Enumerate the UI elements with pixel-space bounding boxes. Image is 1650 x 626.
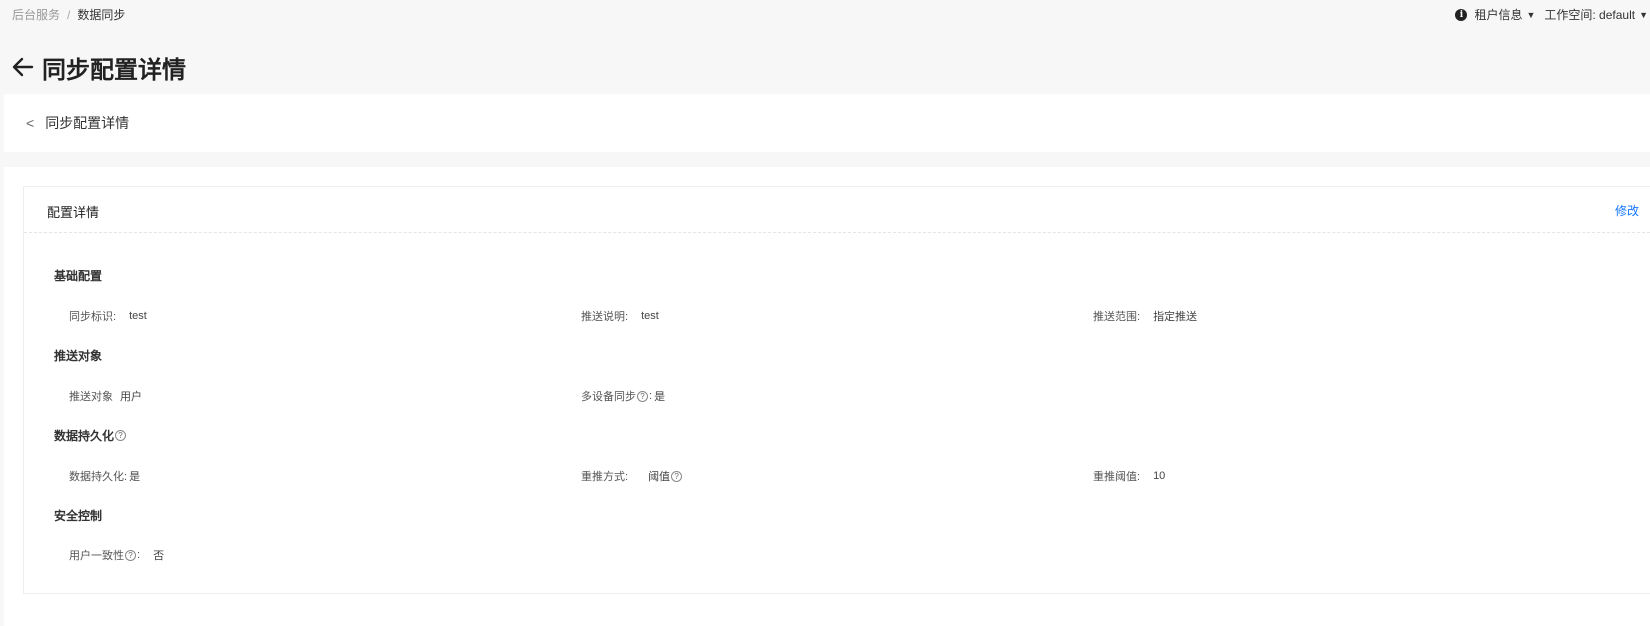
question-circle-icon[interactable]: ? <box>125 549 136 561</box>
card-header: 配置详情 修改 <box>24 187 1650 233</box>
main-content: 配置详情 修改 基础配置 同步标识: test 推送说明: test 推送范围:… <box>4 167 1650 626</box>
field-label: 用户一致性 <box>69 550 124 562</box>
field-retry-threshold: 重推阈值: 10 <box>1093 468 1165 484</box>
card-title: 配置详情 <box>47 205 100 220</box>
caret-down-icon[interactable]: ▼ <box>1526 10 1535 20</box>
tenant-info-dropdown[interactable]: 租户信息 <box>1474 6 1522 23</box>
field-value: test <box>129 310 147 322</box>
field-value: 10 <box>1153 470 1166 482</box>
breadcrumb-item-backend[interactable]: 后台服务 <box>12 8 60 22</box>
section-title-persistence: 数据持久化 ? <box>54 427 127 444</box>
field-push-target: 推送对象 用户 <box>69 388 142 404</box>
field-value: test <box>641 310 659 322</box>
top-bar: 后台服务 / 数据同步 i 租户信息 ▼ 工作空间: default ▼ <box>0 0 1650 28</box>
section-title-security: 安全控制 <box>54 509 103 523</box>
field-retry-mode: 重推方式: 阈值 ? <box>581 468 683 484</box>
question-circle-icon[interactable]: ? <box>671 470 683 482</box>
arrow-left-icon[interactable] <box>12 57 34 77</box>
sub-header: < 同步配置详情 <box>4 94 1650 152</box>
field-push-scope: 推送范围: 指定推送 <box>1093 308 1197 324</box>
field-value: 是 <box>654 391 666 403</box>
section-title-target: 推送对象 <box>54 349 103 363</box>
page-title-row: 同步配置详情 <box>12 50 186 84</box>
chevron-left-icon[interactable]: < <box>26 115 34 131</box>
breadcrumb-item-current: 数据同步 <box>77 8 126 22</box>
field-persistence: 数据持久化: 是 <box>69 468 140 484</box>
field-label: 重推阈值: <box>1093 471 1141 483</box>
field-value: 阈值 <box>648 471 671 483</box>
section-title-basic: 基础配置 <box>54 269 103 283</box>
field-label: 推送范围: <box>1093 311 1141 323</box>
field-label: 推送说明: <box>581 311 629 323</box>
field-push-desc: 推送说明: test <box>581 308 659 324</box>
field-label-suffix: : <box>137 549 141 561</box>
question-circle-icon[interactable]: ? <box>115 430 127 441</box>
config-detail-card: 配置详情 修改 基础配置 同步标识: test 推送说明: test 推送范围:… <box>23 186 1650 594</box>
field-label: 重推方式: <box>581 471 629 483</box>
field-label-suffix: : <box>649 390 653 402</box>
breadcrumb-separator: / <box>67 8 71 22</box>
field-label: 推送对象 <box>69 391 113 403</box>
caret-down-icon[interactable]: ▼ <box>1639 10 1648 20</box>
top-right-menu: i 租户信息 ▼ 工作空间: default ▼ <box>1455 6 1650 23</box>
info-icon: i <box>1455 8 1468 21</box>
page-title: 同步配置详情 <box>42 56 186 84</box>
breadcrumb: 后台服务 / 数据同步 <box>12 6 125 23</box>
field-multi-device: 多设备同步 ? : 是 <box>581 388 665 404</box>
question-circle-icon[interactable]: ? <box>637 390 648 402</box>
field-value: 否 <box>153 550 165 562</box>
field-label: 同步标识: <box>69 311 117 323</box>
edit-link[interactable]: 修改 <box>1615 202 1639 219</box>
field-value: 指定推送 <box>1153 311 1198 323</box>
workspace-dropdown[interactable]: 工作空间: default <box>1544 6 1635 23</box>
field-user-consistency: 用户一致性 ? : 否 <box>69 547 164 563</box>
sub-header-title: 同步配置详情 <box>45 115 130 131</box>
field-label: 多设备同步 <box>581 391 636 403</box>
field-sync-id: 同步标识: test <box>69 308 147 324</box>
field-value: 是 <box>129 471 141 483</box>
field-label: 数据持久化: <box>69 471 128 483</box>
field-value: 用户 <box>120 391 142 403</box>
section-title-text: 数据持久化 <box>54 429 115 443</box>
